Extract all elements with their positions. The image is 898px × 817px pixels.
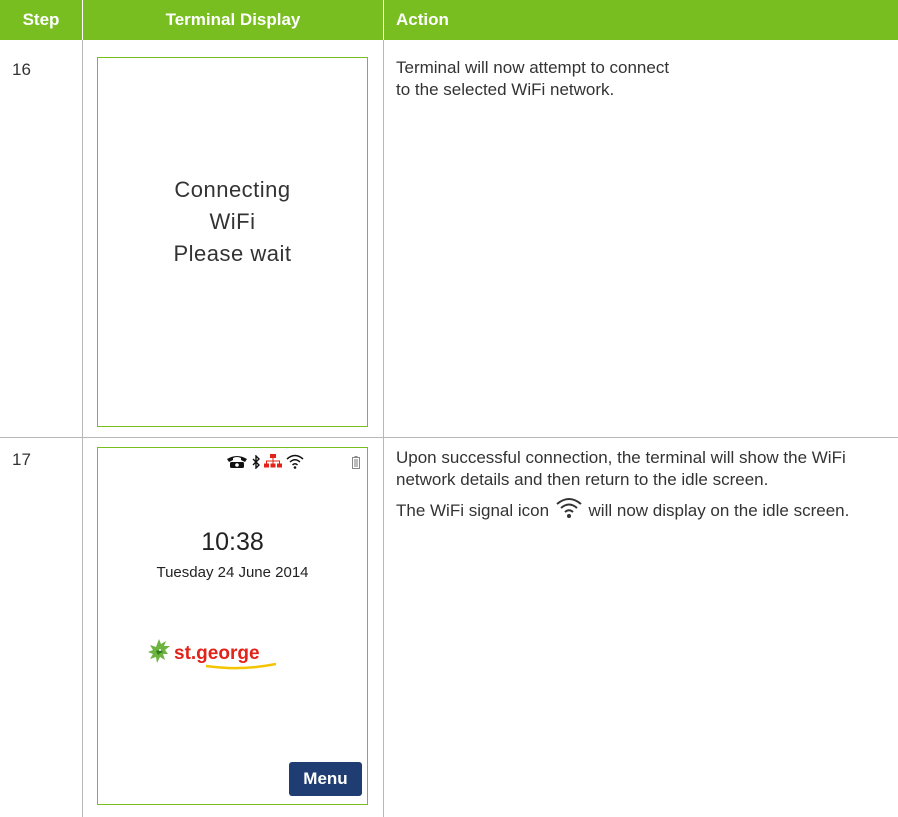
step-number: 16 — [12, 60, 31, 79]
idle-date: Tuesday 24 June 2014 — [156, 564, 309, 581]
wifi-icon — [286, 454, 304, 469]
battery-icon — [352, 456, 360, 469]
header-terminal-display: Terminal Display — [83, 0, 383, 40]
terminal-screen-idle: 10:38 Tuesday 24 June 2014 st.george Men… — [97, 447, 368, 805]
swoosh-icon — [206, 662, 276, 670]
phone-icon — [227, 455, 247, 468]
please-wait-line: Please wait — [173, 241, 292, 266]
action-paragraph: Upon successful connection, the terminal… — [396, 448, 846, 489]
menu-button[interactable]: Menu — [289, 762, 362, 796]
terminal-screen-connecting: Connecting WiFi Please wait — [97, 57, 368, 427]
header-step: Step — [0, 0, 82, 40]
header-action: Action — [384, 0, 898, 40]
bluetooth-icon — [252, 454, 260, 469]
action-text-before-icon: The WiFi signal icon — [396, 501, 550, 520]
network-icon — [264, 454, 282, 468]
action-text-after-icon: will now display on the idle screen. — [588, 501, 850, 520]
dragon-icon — [148, 639, 170, 663]
row-divider — [0, 437, 898, 438]
column-divider — [82, 40, 83, 817]
idle-time: 10:38 — [201, 528, 264, 556]
st-george-logo: st.george — [146, 638, 276, 670]
wifi-signal-icon — [556, 498, 582, 518]
status-bar — [226, 454, 304, 469]
action-line: to the selected WiFi network. — [396, 80, 615, 99]
action-text: Upon successful connection, the terminal… — [396, 447, 866, 528]
wifi-line: WiFi — [209, 209, 256, 234]
action-paragraph: The WiFi signal icon will now display on… — [396, 497, 866, 522]
column-divider — [383, 40, 384, 817]
connecting-line: Connecting — [174, 177, 291, 202]
step-number: 17 — [12, 450, 31, 469]
action-line: Terminal will now attempt to connect — [396, 58, 670, 77]
action-text: Terminal will now attempt to connect to … — [396, 57, 669, 101]
connecting-message: Connecting WiFi Please wait — [98, 174, 367, 270]
